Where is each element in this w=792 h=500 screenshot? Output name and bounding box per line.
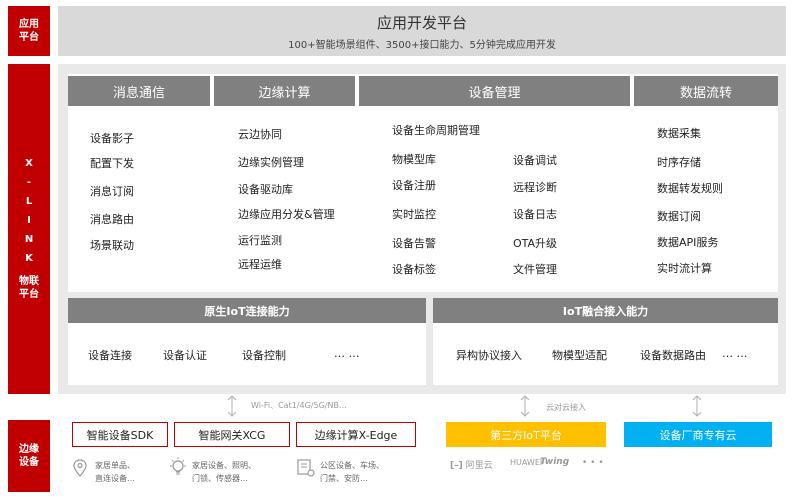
- box-third-party-iot: 第三方IoT平台: [446, 422, 606, 447]
- huawei-logo: HUAWEI: [510, 458, 542, 467]
- light-bulb-icon: [170, 457, 186, 475]
- device-desc-2: 家居设备、照明、 门锁、传感器…: [192, 459, 256, 485]
- box-gateway-xcg: 智能网关XCG: [174, 422, 290, 447]
- huawei-logo-text: HUAWEI: [510, 458, 543, 467]
- location-pin-icon: [73, 459, 87, 477]
- aliyun-logo: [–] 阿里云: [450, 458, 493, 471]
- more-logos: • • •: [582, 458, 604, 468]
- box-x-edge: 边缘计算X-Edge: [296, 422, 416, 447]
- box-vendor-cloud: 设备厂商专有云: [624, 422, 772, 447]
- public-device-icon: [297, 459, 315, 477]
- device-desc-2-line2: 门锁、传感器…: [192, 474, 248, 483]
- cloud-to-cloud-label: 云对云接入: [546, 403, 586, 412]
- device-desc-3-line2: 门禁、安防…: [320, 474, 368, 483]
- device-desc-3: 公区设备、车场、 门禁、安防…: [320, 459, 384, 485]
- twing-logo-text: Twing: [540, 457, 570, 467]
- device-desc-2-line1: 家居设备、照明、: [192, 461, 256, 470]
- device-desc-1: 家居单品、 直连设备…: [95, 459, 135, 485]
- device-desc-1-line2: 直连设备…: [95, 474, 135, 483]
- connectivity-label: Wi-Fi、Cat1/4G/5G/NB…: [251, 401, 347, 410]
- aliyun-logo-text: 阿里云: [465, 461, 493, 471]
- device-desc-3-line1: 公区设备、车场、: [320, 461, 384, 470]
- aliyun-logo-mark: [–]: [450, 461, 463, 471]
- box-device-sdk: 智能设备SDK: [72, 422, 168, 447]
- twing-logo: Twing: [540, 457, 569, 467]
- device-desc-1-line1: 家居单品、: [95, 461, 135, 470]
